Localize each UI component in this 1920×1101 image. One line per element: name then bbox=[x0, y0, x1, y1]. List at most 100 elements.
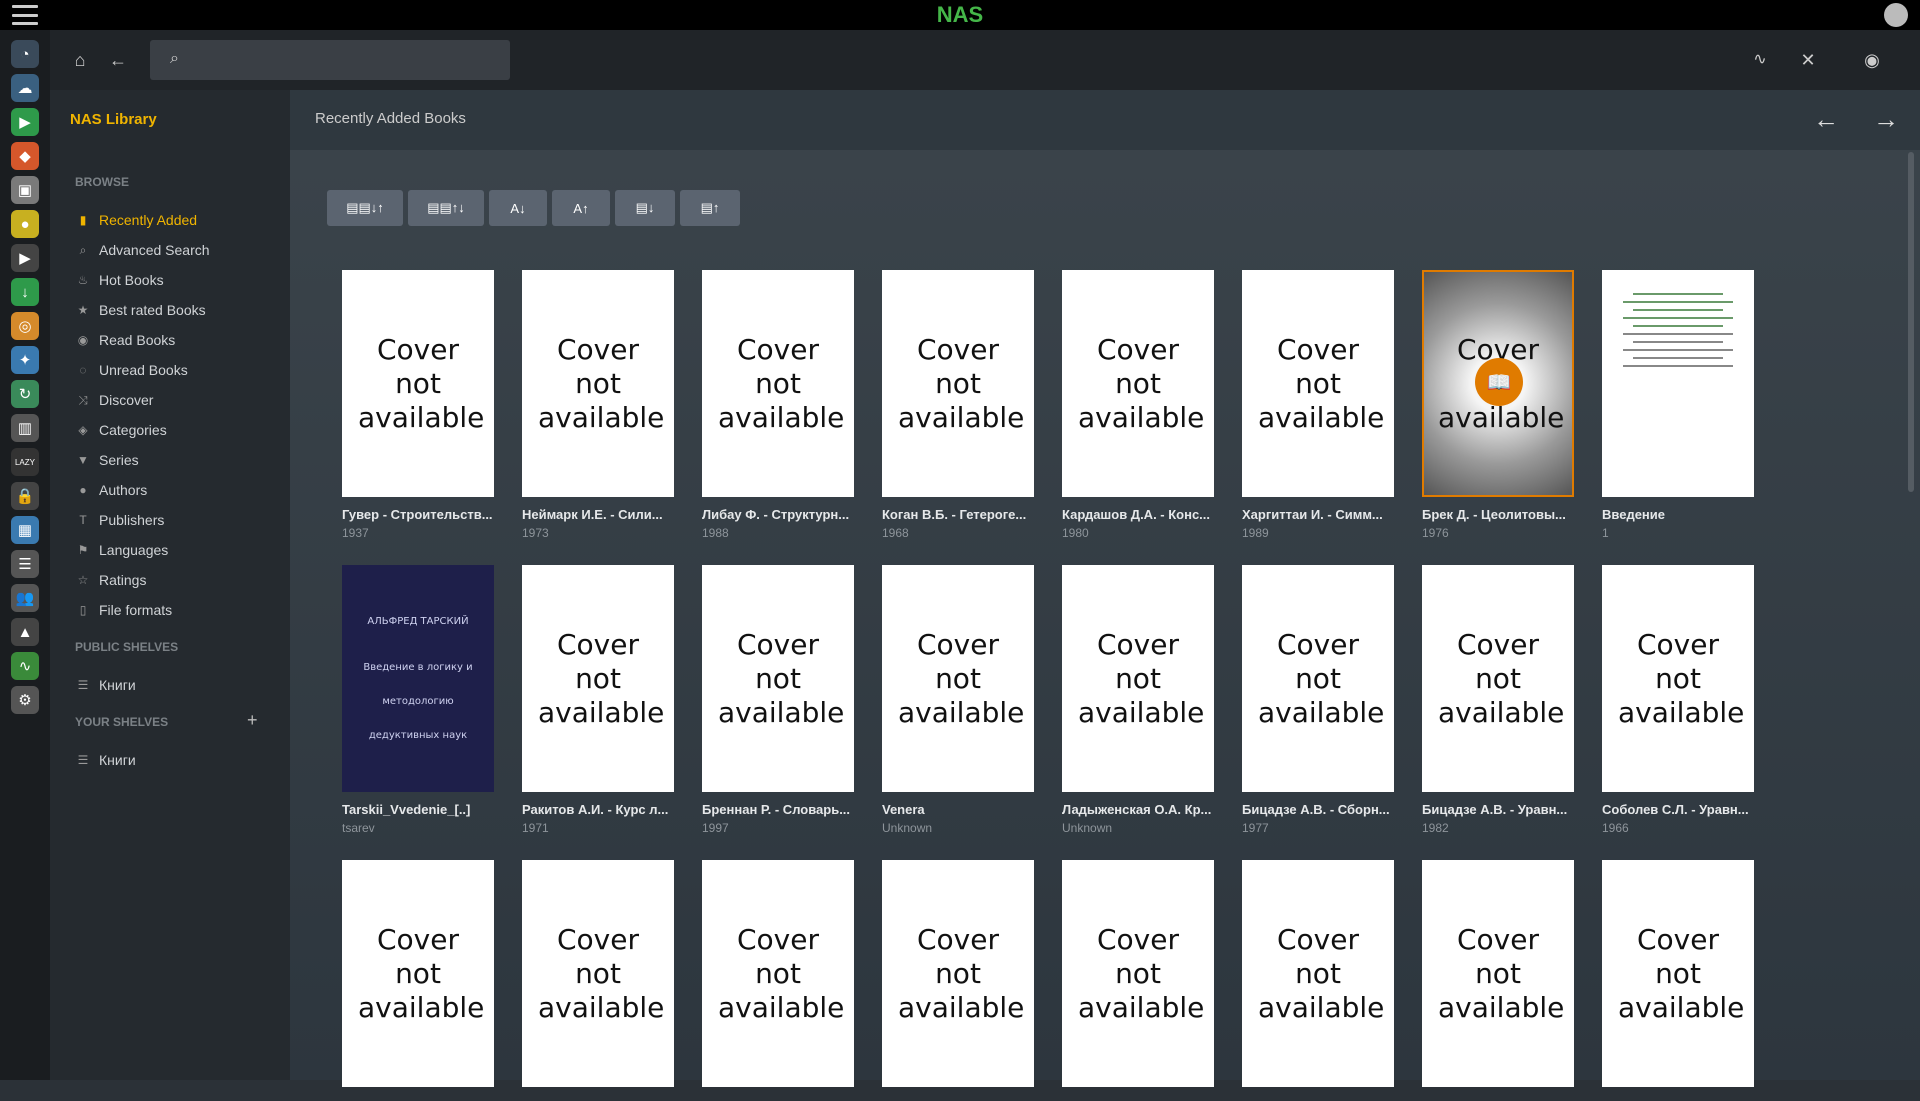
book-title[interactable]: Ладыженская О.А. Кр... bbox=[1062, 802, 1214, 817]
user-account-icon[interactable] bbox=[1884, 3, 1908, 27]
book-card[interactable]: Cover not available Бицадзе А.В. - Сборн.… bbox=[1242, 565, 1394, 835]
play-icon[interactable]: ▶ bbox=[11, 108, 39, 136]
book-cover[interactable]: Cover not available bbox=[522, 270, 674, 497]
book-title[interactable]: Ракитов А.И. - Курс л... bbox=[522, 802, 674, 817]
book-cover[interactable]: Cover not available bbox=[1422, 860, 1574, 1087]
gitlab-icon[interactable]: ◆ bbox=[11, 142, 39, 170]
book-cover[interactable]: Cover not available bbox=[1242, 270, 1394, 497]
lifebuoy-icon[interactable]: ◎ bbox=[11, 312, 39, 340]
book-title[interactable]: Либау Ф. - Структурн... bbox=[702, 507, 854, 522]
book-title[interactable]: Бицадзе А.В. - Уравн... bbox=[1422, 802, 1574, 817]
add-shelf-plus-icon[interactable]: + bbox=[247, 710, 258, 731]
book-card[interactable]: Cover not available Гувер - Строительств.… bbox=[342, 270, 494, 540]
sidebar-item-languages[interactable]: ⚑ Languages bbox=[75, 539, 169, 561]
read-book-icon[interactable]: 📖 bbox=[1475, 358, 1523, 406]
next-page-arrow-icon[interactable]: → bbox=[1873, 104, 1899, 135]
sort-button-5[interactable]: ▤↓ bbox=[615, 190, 675, 226]
book-cover[interactable]: Cover not available bbox=[1062, 565, 1214, 792]
public-shelf-item[interactable]: ☰ Книги bbox=[75, 674, 136, 696]
python-icon[interactable]: ● bbox=[11, 210, 39, 238]
book-title[interactable]: Неймарк И.Е. - Сили... bbox=[522, 507, 674, 522]
book-title[interactable]: Гувер - Строительств... bbox=[342, 507, 494, 522]
book-cover[interactable]: Cover not available bbox=[1242, 860, 1394, 1087]
download-icon[interactable]: ↓ bbox=[11, 278, 39, 306]
book-card[interactable]: Cover not available bbox=[1242, 860, 1394, 1101]
lazy-icon[interactable]: LAZY bbox=[11, 448, 39, 476]
book-title[interactable]: Venera bbox=[882, 802, 1034, 817]
book-card[interactable]: Cover not available Бицадзе А.В. - Уравн.… bbox=[1422, 565, 1574, 835]
sidebar-item-unread-books[interactable]: ◌ Unread Books bbox=[75, 359, 187, 381]
book-cover[interactable]: Cover not available bbox=[702, 860, 854, 1087]
book-card[interactable]: Cover not available bbox=[702, 860, 854, 1101]
book-title[interactable]: Харгиттаи И. - Симм... bbox=[1242, 507, 1394, 522]
home-icon[interactable]: ⌂ bbox=[68, 48, 92, 72]
book-card[interactable]: Введение 1 bbox=[1602, 270, 1754, 540]
sidebar-item-ratings[interactable]: ☆ Ratings bbox=[75, 569, 147, 591]
sidebar-item-read-books[interactable]: ◉ Read Books bbox=[75, 329, 176, 351]
sort-button-6[interactable]: ▤↑ bbox=[680, 190, 740, 226]
book-card[interactable]: Cover not available Харгиттаи И. - Симм..… bbox=[1242, 270, 1394, 540]
book-cover[interactable]: Cover not available bbox=[702, 565, 854, 792]
tools-icon[interactable]: ✕ bbox=[1796, 48, 1820, 72]
book-cover[interactable]: Cover not available bbox=[882, 270, 1034, 497]
book-card[interactable]: Cover not available bbox=[1062, 860, 1214, 1101]
book-cover[interactable]: Cover not available bbox=[342, 860, 494, 1087]
book-card[interactable]: Cover not available Ракитов А.И. - Курс л… bbox=[522, 565, 674, 835]
book-card[interactable]: Cover not available Кардашов Д.А. - Конс.… bbox=[1062, 270, 1214, 540]
book-card[interactable]: Cover not available📖 Брек Д. - Цеолитовы.… bbox=[1422, 270, 1574, 540]
robot-icon[interactable]: ▣ bbox=[11, 176, 39, 204]
book-title[interactable]: Брек Д. - Цеолитовы... bbox=[1422, 507, 1574, 522]
book-cover[interactable]: Cover not available bbox=[522, 565, 674, 792]
sidebar-item-discover[interactable]: ⤨ Discover bbox=[75, 389, 153, 411]
profile-icon[interactable]: ◉ bbox=[1860, 48, 1884, 72]
dashboard-icon[interactable]: ◔ bbox=[11, 40, 39, 68]
book-cover[interactable]: Cover not available bbox=[882, 565, 1034, 792]
network-icon[interactable]: ✦ bbox=[11, 346, 39, 374]
book-card[interactable]: Cover not available bbox=[1602, 860, 1754, 1101]
book-cover[interactable]: Cover not available bbox=[522, 860, 674, 1087]
book-cover[interactable]: Cover not available bbox=[1602, 565, 1754, 792]
search-bar[interactable]: ⌕ bbox=[150, 40, 510, 80]
gecko-icon[interactable]: ∿ bbox=[11, 652, 39, 680]
sort-button-3[interactable]: A↓ bbox=[489, 190, 547, 226]
library-title[interactable]: NAS Library bbox=[70, 111, 157, 128]
book-cover[interactable]: АЛЬФРЕД ТАРСКИЙ Введение в логику и метод… bbox=[342, 565, 494, 792]
book-card[interactable]: Cover not available bbox=[342, 860, 494, 1101]
sidebar-item-file-formats[interactable]: ▯ File formats bbox=[75, 599, 172, 621]
sort-button-2[interactable]: ▤▤↑↓ bbox=[408, 190, 484, 226]
sidebar-item-advanced-search[interactable]: ⌕ Advanced Search bbox=[75, 239, 210, 261]
book-cover[interactable]: Cover not available bbox=[1242, 565, 1394, 792]
users-icon[interactable]: 👥 bbox=[11, 584, 39, 612]
book-cover[interactable]: Cover not available bbox=[1422, 565, 1574, 792]
sort-button-1[interactable]: ▤▤↓↑ bbox=[327, 190, 403, 226]
book-card[interactable]: Cover not available bbox=[1422, 860, 1574, 1101]
book-card[interactable]: Cover not available Либау Ф. - Структурн.… bbox=[702, 270, 854, 540]
settings-gear-icon[interactable]: ⚙ bbox=[11, 686, 39, 714]
prev-page-arrow-icon[interactable]: ← bbox=[1813, 104, 1839, 135]
book-cover[interactable]: Cover not available bbox=[1062, 860, 1214, 1087]
book-card[interactable]: Cover not available bbox=[522, 860, 674, 1101]
book-card[interactable]: Cover not available Соболев С.Л. - Уравн.… bbox=[1602, 565, 1754, 835]
book-title[interactable]: Бицадзе А.В. - Сборн... bbox=[1242, 802, 1394, 817]
sort-button-4[interactable]: A↑ bbox=[552, 190, 610, 226]
sidebar-item-publishers[interactable]: T Publishers bbox=[75, 509, 164, 531]
book-card[interactable]: Cover not available Ладыженская О.А. Кр..… bbox=[1062, 565, 1214, 835]
activity-icon[interactable]: ∿ bbox=[1748, 48, 1772, 72]
back-arrow-icon[interactable]: ← bbox=[106, 48, 130, 72]
lock-icon[interactable]: 🔒 bbox=[11, 482, 39, 510]
sidebar-item-authors[interactable]: ● Authors bbox=[75, 479, 147, 501]
book-card[interactable]: Cover not available Коган В.Б. - Гетероге… bbox=[882, 270, 1034, 540]
jacket-icon[interactable]: ▲ bbox=[11, 618, 39, 646]
book-title[interactable]: Tarskii_Vvedenie_[..] bbox=[342, 802, 494, 817]
book-title[interactable]: Введение bbox=[1602, 507, 1754, 522]
book-title[interactable]: Соболев С.Л. - Уравн... bbox=[1602, 802, 1754, 817]
sidebar-item-recently-added[interactable]: ▮ Recently Added bbox=[75, 209, 197, 231]
search-input[interactable] bbox=[198, 46, 498, 74]
book-cover[interactable]: Cover not available bbox=[1602, 860, 1754, 1087]
sidebar-item-best-rated-books[interactable]: ★ Best rated Books bbox=[75, 299, 206, 321]
book-title[interactable]: Кардашов Д.А. - Конс... bbox=[1062, 507, 1214, 522]
book-cover[interactable]: Cover not available bbox=[342, 270, 494, 497]
book-cover[interactable]: Cover not available bbox=[882, 860, 1034, 1087]
scrollbar[interactable] bbox=[1908, 152, 1914, 492]
sync-icon[interactable]: ↻ bbox=[11, 380, 39, 408]
